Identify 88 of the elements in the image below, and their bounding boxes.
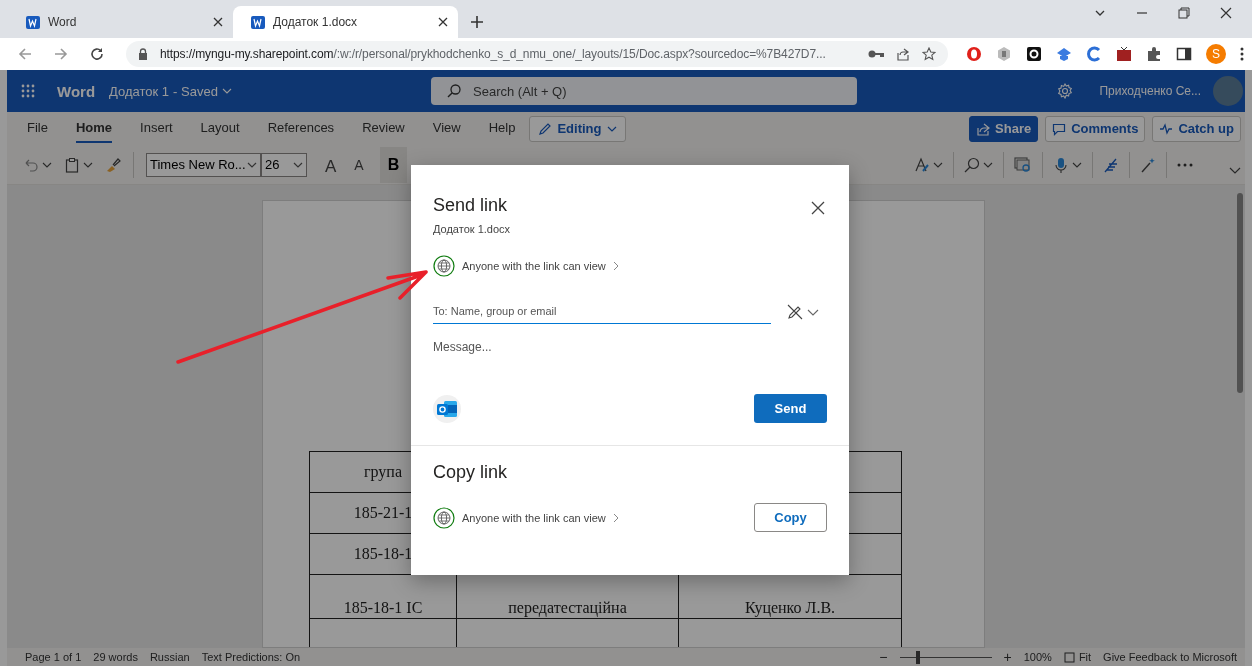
status-text: Page 1 of 1 — [25, 651, 82, 663]
pen-lines-icon[interactable] — [1103, 156, 1119, 173]
share-button[interactable]: Share — [969, 115, 1039, 142]
ribbon-tab[interactable]: View — [432, 114, 461, 143]
font-name-dropdown[interactable]: Times New Ro... — [146, 152, 261, 177]
pencil-icon — [538, 121, 553, 136]
copy-button[interactable]: Copy — [754, 503, 827, 532]
reload-icon[interactable] — [90, 47, 104, 61]
ribbon-tab[interactable]: Help — [488, 114, 516, 143]
status-text: 29 words — [93, 651, 138, 663]
link-settings-button[interactable]: Anyone with the link can view — [433, 506, 619, 529]
close-icon[interactable] — [811, 201, 825, 215]
new-tab-icon[interactable] — [470, 15, 484, 29]
fit-icon — [1063, 651, 1075, 663]
globe-icon — [433, 255, 455, 277]
chevron-right-icon — [612, 261, 619, 271]
pulse-icon — [1159, 121, 1174, 136]
share-icon[interactable] — [896, 47, 910, 61]
lock-icon — [138, 48, 148, 60]
feedback-link[interactable]: Give Feedback to Microsoft — [1103, 651, 1237, 663]
address-bar[interactable]: https://myngu-my.sharepoint.com/:w:/r/personal/prykhodchenko_s_d_nmu_one/_layouts/15/Doc.aspx?sourcedoc=%7B427D7... — [126, 41, 948, 67]
file-name: Додаток 1.docx — [433, 223, 511, 235]
restore-icon[interactable] — [1178, 7, 1190, 19]
chevron-right-icon — [612, 512, 619, 523]
paintbrush-icon[interactable] — [105, 156, 121, 173]
text-style-icon[interactable] — [914, 156, 930, 173]
pencil-slash-icon[interactable] — [787, 303, 803, 320]
ribbon-tab[interactable]: Layout — [200, 114, 240, 143]
status-text: Russian — [149, 651, 190, 663]
chevron-down-icon — [221, 86, 232, 96]
link-settings-button[interactable]: Anyone with the link can view — [433, 255, 619, 277]
close-icon[interactable] — [438, 17, 448, 27]
back-icon[interactable] — [18, 47, 32, 61]
globe-icon — [433, 506, 455, 529]
word-icon — [251, 14, 265, 30]
more-icon[interactable] — [1177, 162, 1193, 167]
catchup-button[interactable]: Catch up — [1152, 115, 1241, 142]
close-icon[interactable] — [1220, 7, 1232, 19]
key-icon[interactable] — [868, 49, 884, 59]
search-icon — [447, 84, 461, 98]
share-icon — [976, 121, 991, 136]
app-launcher-icon[interactable] — [21, 84, 35, 98]
ribbon-tab[interactable]: Home — [75, 114, 113, 143]
shrink-font-button[interactable]: A — [354, 156, 364, 173]
send-button[interactable]: Send — [754, 394, 827, 423]
sidebar-icon[interactable] — [1176, 46, 1192, 62]
comments-button[interactable]: Comments — [1045, 115, 1146, 142]
ribbon-tab[interactable]: References — [267, 114, 335, 143]
scrollbar-thumb[interactable] — [1237, 193, 1243, 393]
search-bar[interactable]: Search (Alt + Q) — [431, 77, 857, 105]
user-name[interactable]: Приходченко Се... — [1099, 84, 1201, 98]
settings-icon[interactable] — [1057, 83, 1074, 99]
microphone-icon[interactable] — [1053, 156, 1069, 173]
search-icon[interactable] — [964, 156, 980, 173]
app-name[interactable]: Word — [57, 82, 96, 100]
zoom-in-button[interactable]: + — [1003, 649, 1012, 665]
ribbon-tab[interactable]: File — [27, 114, 48, 143]
ribbon-tab[interactable]: Insert — [140, 114, 173, 143]
star-icon[interactable] — [922, 47, 936, 61]
search-field[interactable]: Search (Alt + Q) — [471, 82, 845, 100]
ribbon-tab[interactable]: Review — [362, 114, 405, 143]
magic-wand-icon[interactable] — [1140, 156, 1156, 173]
comment-icon — [1052, 121, 1067, 136]
dialog-title: Send link — [433, 195, 509, 216]
bold-button[interactable]: B — [379, 146, 408, 183]
document-search-icon[interactable] — [1014, 156, 1032, 173]
browser-tab[interactable]: Word — [8, 6, 233, 38]
extension-icon[interactable] — [1116, 46, 1132, 62]
zoom-out-button[interactable]: − — [879, 649, 888, 665]
document-title[interactable]: Додаток 1 - Saved — [109, 83, 232, 99]
status-text: Text Predictions: On — [201, 651, 301, 663]
forward-icon[interactable] — [54, 47, 68, 61]
url-text: https://myngu-my.sharepoint.com/:w:/r/personal/prykhodchenko_s_d_nmu_one/_layouts/15/Doc.aspx?sourcedoc=%7B427D7... — [160, 47, 827, 61]
outlook-icon[interactable] — [433, 394, 461, 423]
editing-mode-button[interactable]: Editing — [529, 115, 626, 142]
profile-avatar[interactable]: S — [1206, 44, 1226, 64]
extension-icon[interactable] — [1026, 46, 1042, 62]
zoom-percent[interactable]: 100% — [1023, 651, 1052, 663]
more-icon[interactable] — [1240, 47, 1244, 61]
font-size-dropdown[interactable]: 26 — [261, 152, 307, 177]
grow-font-button[interactable]: A — [325, 152, 337, 177]
clipboard-icon[interactable] — [64, 156, 80, 173]
zoom-slider-thumb[interactable] — [915, 650, 920, 664]
close-icon[interactable] — [213, 17, 223, 27]
word-icon — [26, 14, 40, 30]
puzzle-icon[interactable] — [1146, 46, 1162, 62]
fit-button[interactable]: Fit — [1063, 651, 1092, 663]
browser-tab[interactable]: Додаток 1.docx — [233, 6, 458, 38]
